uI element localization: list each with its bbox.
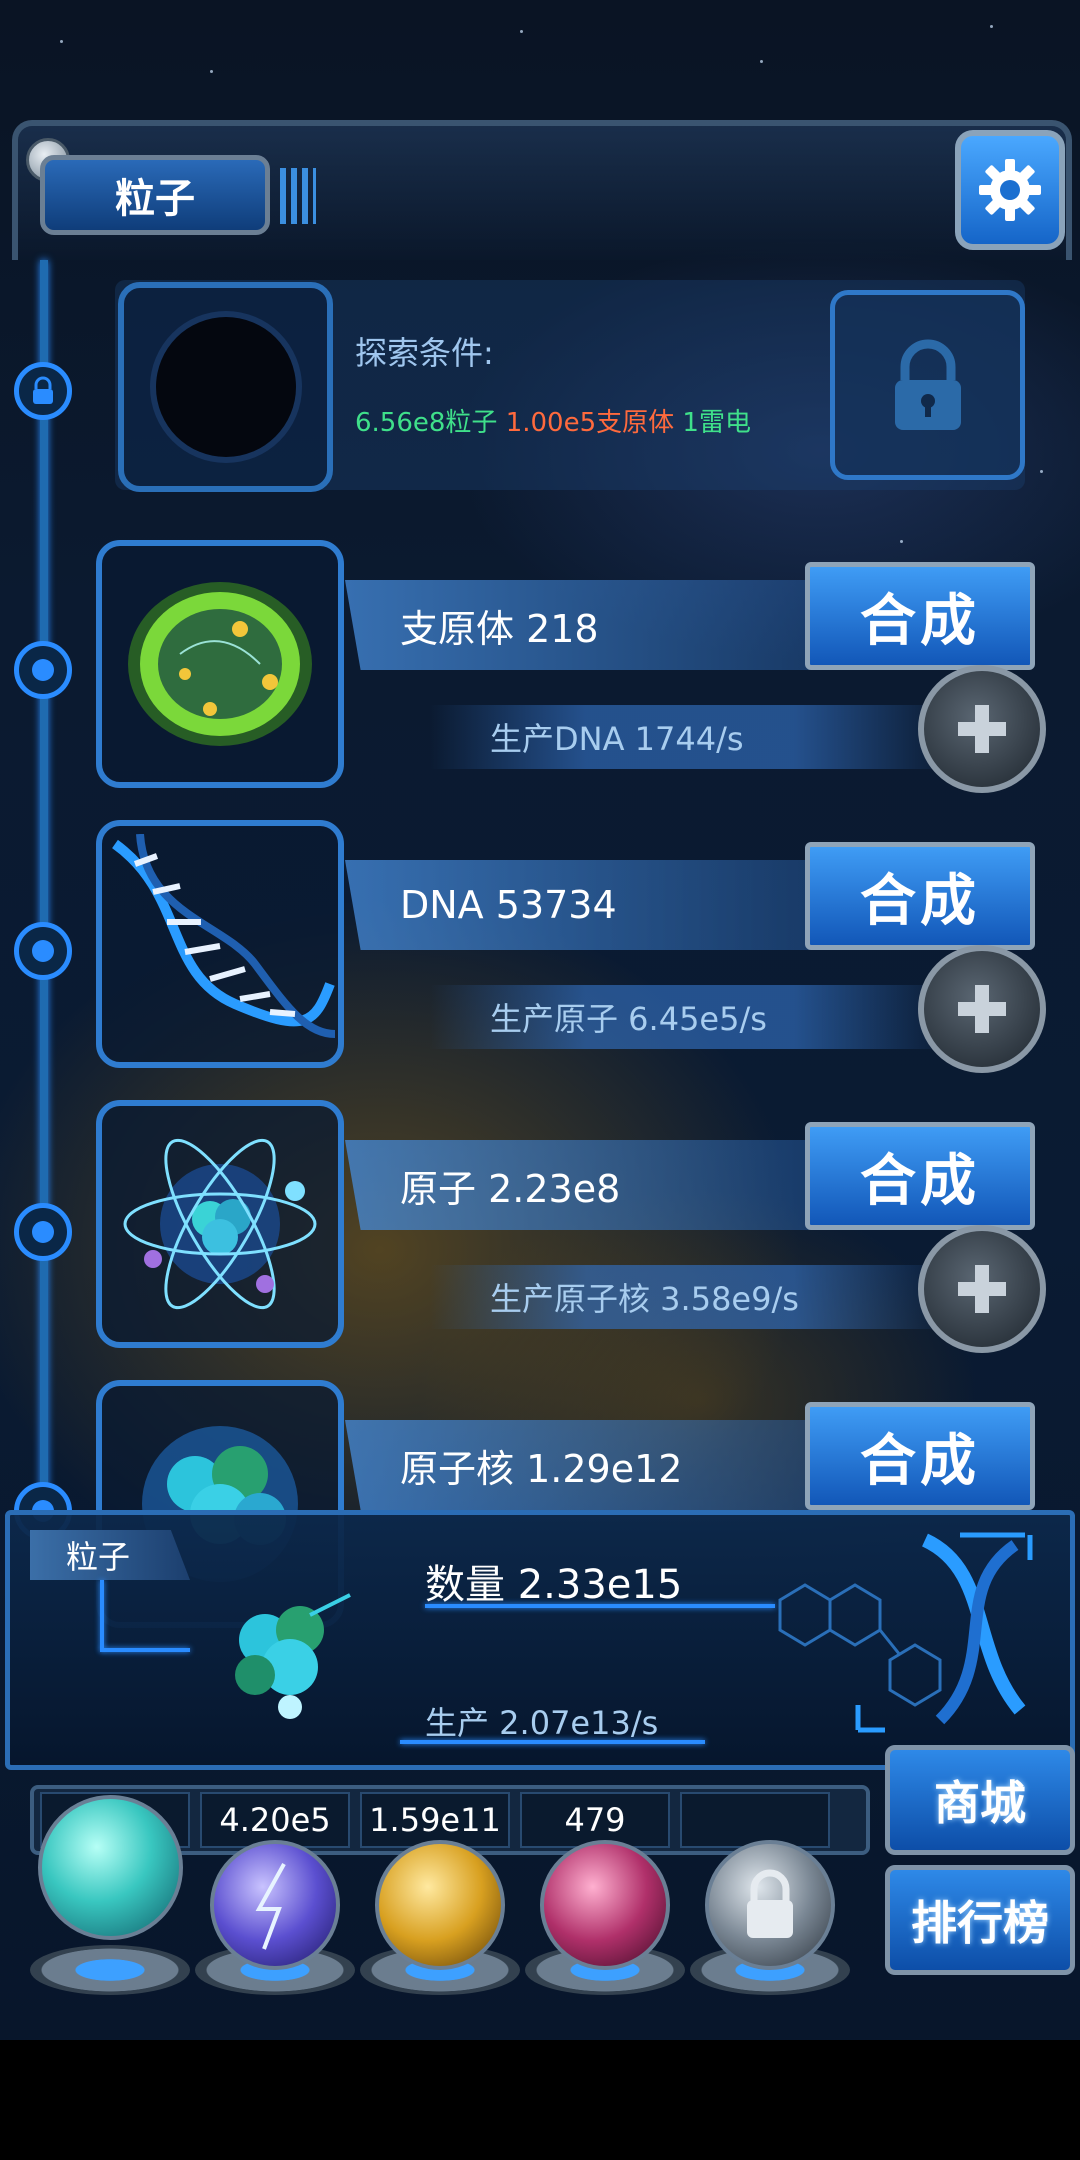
unit-name: 支原体 218 xyxy=(345,580,865,670)
particle-orb-icon[interactable] xyxy=(38,1795,183,1940)
panel-connector xyxy=(100,1648,190,1652)
plus-icon xyxy=(958,985,1006,1033)
unit-row-dna: DNA 53734 生产原子 6.45e5/s 合成 xyxy=(0,820,1080,1100)
lightning-orb-icon[interactable] xyxy=(210,1840,340,1970)
gear-icon xyxy=(979,159,1041,221)
requirement-particles: 6.56e8粒子 xyxy=(355,408,498,438)
combine-button[interactable]: 合成 xyxy=(805,842,1035,950)
particle-count: 数量 2.33e15 xyxy=(425,1562,683,1608)
stats-panel-tag: 粒子 xyxy=(30,1530,190,1580)
unit-production: 生产原子核 3.58e9/s xyxy=(430,1265,950,1329)
exploration-condition-title: 探索条件: xyxy=(355,334,494,372)
combine-button[interactable]: 合成 xyxy=(805,1122,1035,1230)
screen-bottom xyxy=(0,2040,1080,2160)
unit-thumbnail xyxy=(96,1100,344,1348)
combine-button[interactable]: 合成 xyxy=(805,562,1035,670)
unit-row-mycoplasma: 支原体 218 生产DNA 1744/s 合成 xyxy=(0,540,1080,820)
locked-orb-icon[interactable] xyxy=(705,1840,835,1970)
ranking-button[interactable]: 排行榜 xyxy=(885,1865,1075,1975)
padlock-icon xyxy=(894,339,961,430)
requirement-mycoplasma: 1.00e5支原体 xyxy=(505,408,675,438)
black-hole-icon xyxy=(155,317,296,457)
resource-value-brain: 479 xyxy=(520,1792,670,1848)
lightning-bolt-icon xyxy=(255,1863,286,1950)
molecule-dna-icon xyxy=(778,1532,1033,1733)
mycoplasma-icon xyxy=(128,582,312,746)
unit-name: DNA 53734 xyxy=(345,860,865,950)
panel-connector xyxy=(100,1580,104,1650)
dna-icon xyxy=(112,834,335,1038)
unit-name: 原子核 1.29e12 xyxy=(345,1420,865,1510)
rail-lock-node xyxy=(14,362,72,420)
particle-cluster-icon xyxy=(235,1593,351,1719)
resource-value-locked xyxy=(680,1792,830,1848)
unit-name: 原子 2.23e8 xyxy=(345,1140,865,1230)
locked-stage-thumbnail xyxy=(118,282,333,492)
plus-icon xyxy=(958,705,1006,753)
orb-pedestal xyxy=(30,1945,190,1995)
exploration-requirements: 6.56e8粒子 1.00e5支原体 1雷电 xyxy=(355,402,751,439)
locked-stage-button[interactable] xyxy=(830,290,1025,480)
unit-production: 生产DNA 1744/s xyxy=(430,705,950,769)
unit-thumbnail xyxy=(96,540,344,788)
unit-row-atom: 原子 2.23e8 生产原子核 3.58e9/s 合成 xyxy=(0,1100,1080,1380)
lock-icon xyxy=(747,1869,793,1938)
upgrade-button[interactable] xyxy=(918,945,1046,1073)
game-screen: 粒子 探索条件: 6.56e8粒子 1.00e5支原体 1雷电 支原体 218 … xyxy=(0,0,1080,2040)
unit-production: 生产原子 6.45e5/s xyxy=(430,985,950,1049)
unit-thumbnail xyxy=(96,820,344,1068)
galaxy-orb-icon[interactable] xyxy=(375,1840,505,1970)
settings-button[interactable] xyxy=(955,130,1065,250)
requirement-lightning: 1雷电 xyxy=(682,408,751,438)
upgrade-button[interactable] xyxy=(918,665,1046,793)
combine-button[interactable]: 合成 xyxy=(805,1402,1035,1510)
brain-orb-icon[interactable] xyxy=(540,1840,670,1970)
atom-icon xyxy=(123,1138,317,1310)
plus-icon xyxy=(958,1265,1006,1313)
page-title: 粒子 xyxy=(40,155,270,235)
lock-icon xyxy=(33,376,53,404)
upgrade-button[interactable] xyxy=(918,1225,1046,1353)
header-stripes xyxy=(280,168,316,224)
particle-production-rate: 生产 2.07e13/s xyxy=(425,1704,659,1742)
shop-button[interactable]: 商城 xyxy=(885,1745,1075,1855)
